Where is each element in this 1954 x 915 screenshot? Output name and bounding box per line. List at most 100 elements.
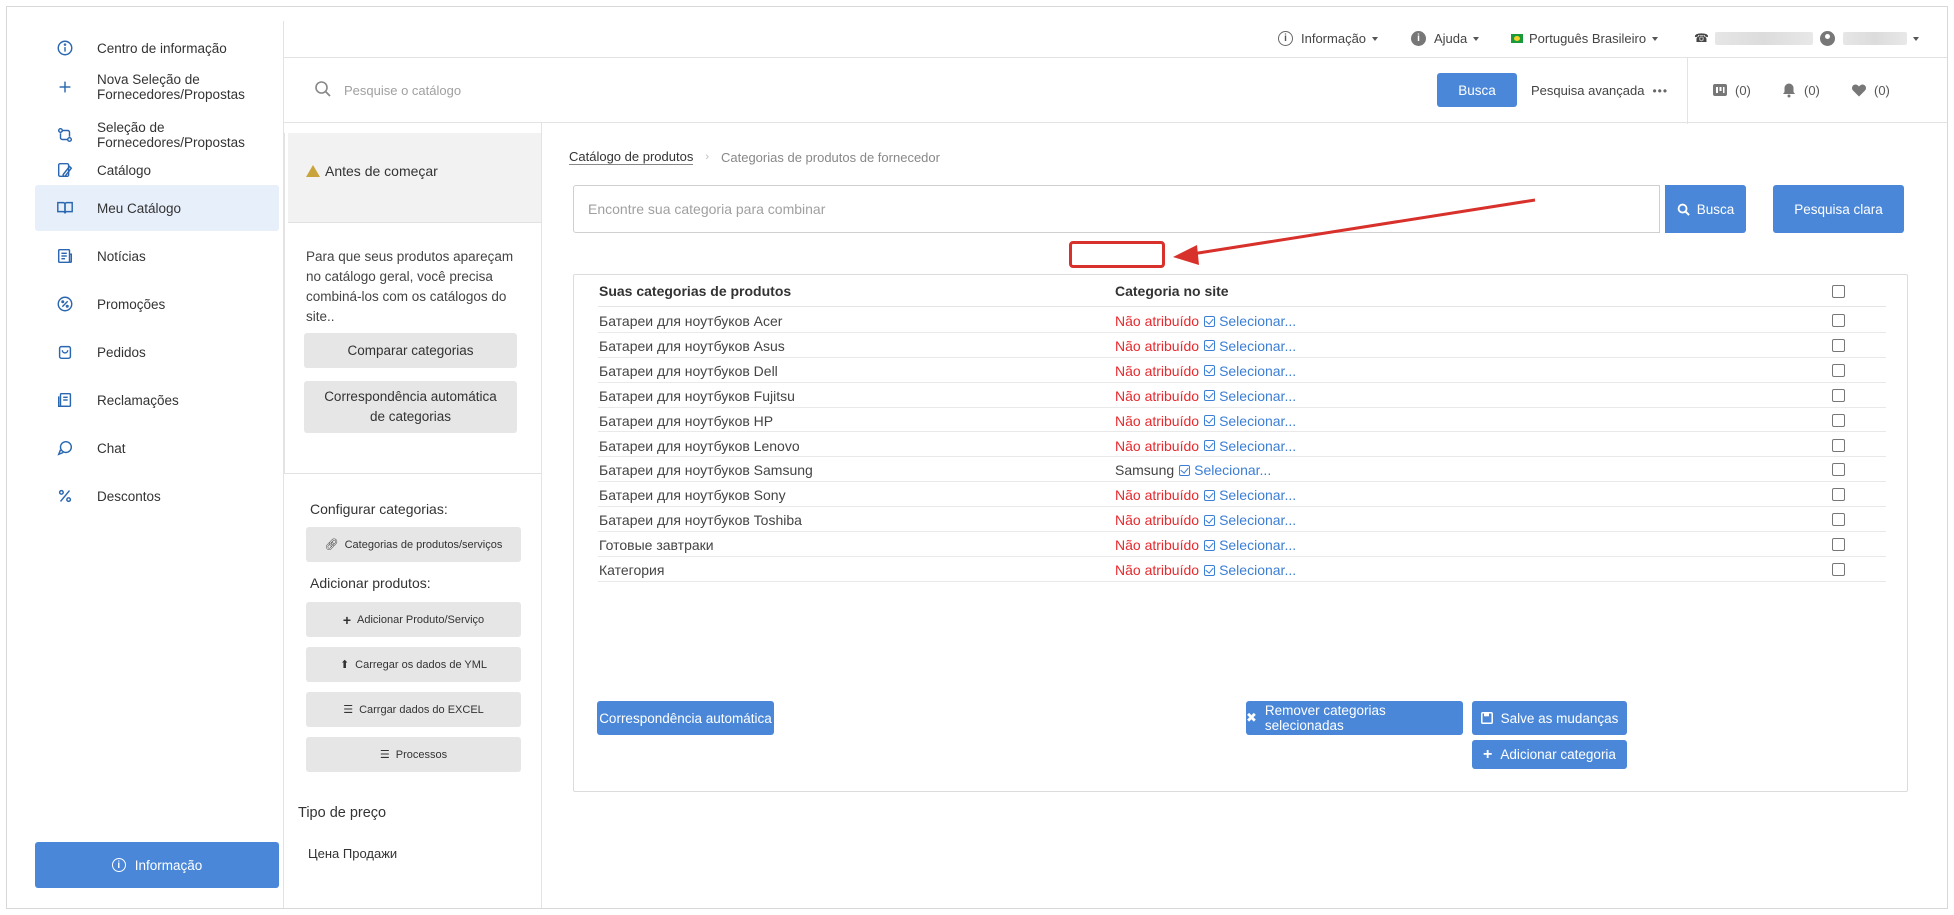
plus-icon: +: [1483, 745, 1493, 763]
row-checkbox[interactable]: [1832, 413, 1845, 427]
product-categories-button[interactable]: 🔗︎ Categorias de produtos/serviços: [306, 527, 521, 562]
help-menu[interactable]: i Ajuda: [1411, 31, 1480, 46]
sidebar-item-label: Centro de informação: [97, 40, 227, 56]
app-window: Centro de informação Nova Seleção de For…: [6, 6, 1948, 909]
row-checkbox[interactable]: [1832, 463, 1845, 477]
upload-yml-button[interactable]: ⬆︎ Carregar os dados de YML: [306, 647, 521, 682]
favorites-counter[interactable]: (0): [1851, 82, 1890, 98]
compare-counter[interactable]: (0): [1712, 82, 1751, 98]
row-checkbox[interactable]: [1832, 338, 1845, 352]
book-icon: [55, 198, 75, 218]
info-button[interactable]: i Informação: [35, 842, 279, 888]
remove-selected-button[interactable]: ✖︎ Remover categorias selecionadas: [1246, 701, 1463, 735]
caret-down-icon: [1372, 36, 1379, 41]
row-checkbox[interactable]: [1832, 538, 1845, 552]
table-row: Батареи для ноутбуков Toshiba Não atribuí…: [598, 507, 1886, 533]
row-checkbox[interactable]: [1832, 388, 1845, 402]
chat-icon: [55, 438, 75, 458]
select-label: Selecionar...: [1194, 462, 1272, 479]
sidebar-item-news[interactable]: Notícias: [35, 233, 279, 279]
select-label: Selecionar...: [1219, 562, 1297, 578]
processes-button[interactable]: ☰ Processos: [306, 737, 521, 772]
checkbox-edit-icon: [1204, 564, 1216, 576]
category-name: Батареи для ноутбуков Samsung: [599, 462, 813, 479]
sidebar-item-label: Catálogo: [97, 162, 152, 178]
select-category-link[interactable]: Selecionar...: [1204, 487, 1296, 503]
select-category-link[interactable]: Selecionar...: [1204, 413, 1296, 429]
sidebar-item-promotions[interactable]: Promoções: [35, 281, 279, 327]
compare-categories-button[interactable]: Comparar categorias: [304, 333, 517, 368]
row-checkbox[interactable]: [1832, 513, 1845, 527]
select-category-link[interactable]: Selecionar...: [1204, 388, 1296, 404]
advanced-search-link[interactable]: Pesquisa avançada •••: [1531, 83, 1668, 98]
select-category-link[interactable]: Selecionar...: [1204, 363, 1296, 379]
sidebar-item-my-catalog[interactable]: Meu Catálogo: [35, 185, 279, 231]
caret-down-icon: [1652, 36, 1659, 41]
table-header: Suas categorias de produtos Categoria no…: [598, 283, 1886, 307]
warning-box: Antes de começar: [288, 133, 541, 223]
select-all-checkbox[interactable]: [1832, 285, 1845, 298]
select-category-link[interactable]: Selecionar...: [1179, 462, 1271, 478]
table-row: Батареи для ноутбуков Dell Não atribuído S…: [598, 358, 1886, 383]
search-icon: [315, 81, 331, 97]
category-status: Não atribuído: [1115, 537, 1200, 554]
select-category-link[interactable]: Selecionar...: [1204, 338, 1296, 354]
save-changes-button[interactable]: Salve as mudanças: [1472, 701, 1627, 735]
sidebar-item-complaints[interactable]: Reclamações: [35, 377, 279, 423]
auto-match-button[interactable]: Correspondência automática: [597, 701, 774, 735]
percent-badge-icon: [55, 294, 75, 314]
row-checkbox[interactable]: [1832, 438, 1845, 452]
category-search-button[interactable]: Busca: [1665, 185, 1746, 233]
notifications-counter[interactable]: (0): [1781, 82, 1820, 98]
upload-excel-button[interactable]: ☰ Carrgar dados do EXCEL: [306, 692, 521, 727]
add-product-button[interactable]: + Adicionar Produto/Serviço: [306, 602, 521, 637]
catalog-search-button[interactable]: Busca: [1437, 73, 1517, 107]
bag-icon: [55, 342, 75, 362]
site-category-cell: Samsung Selecionar...: [1115, 462, 1271, 478]
price-type-value[interactable]: Цена Продажи: [308, 846, 397, 861]
breadcrumb-root[interactable]: Catálogo de produtos: [569, 149, 694, 165]
info-menu[interactable]: i Informação: [1278, 31, 1379, 46]
heart-icon: [1851, 84, 1867, 97]
clear-search-button[interactable]: Pesquisa clara: [1773, 185, 1904, 233]
row-checkbox[interactable]: [1832, 563, 1845, 576]
warning-title-text: Antes de começar: [325, 163, 438, 179]
category-name: Батареи для ноутбуков Asus: [599, 337, 785, 354]
select-category-link[interactable]: Selecionar...: [1204, 313, 1296, 329]
select-label: Selecionar...: [1219, 387, 1297, 404]
sidebar-item-label: Meu Catálogo: [97, 200, 182, 216]
select-category-link[interactable]: Selecionar...: [1204, 537, 1296, 553]
auto-match-categories-button[interactable]: Correspondência automática de categorias: [304, 381, 517, 433]
redacted-username: [1843, 32, 1907, 45]
sidebar-item-new-selection[interactable]: Nova Seleção de Fornecedores/Propostas: [35, 64, 279, 110]
catalog-icon: [55, 160, 75, 180]
select-label: Selecionar...: [1219, 337, 1297, 354]
catalog-search-bar: Busca Pesquisa avançada ••• (0) (0) (0): [284, 57, 1947, 124]
site-category-cell: Não atribuído Selecionar...: [1115, 438, 1296, 454]
row-checkbox[interactable]: [1832, 314, 1845, 327]
checkbox-edit-icon: [1204, 365, 1216, 377]
add-category-button[interactable]: + Adicionar categoria: [1472, 740, 1627, 769]
table-row: Батареи для ноутбуков Fujitsu Não atribuí…: [598, 383, 1886, 408]
save-changes-label: Salve as mudanças: [1500, 710, 1619, 726]
sidebar-item-orders[interactable]: Pedidos: [35, 329, 279, 375]
row-checkbox[interactable]: [1832, 363, 1845, 377]
checkbox-edit-icon: [1204, 440, 1216, 451]
language-menu[interactable]: Português Brasileiro: [1511, 31, 1659, 46]
breadcrumb: Catálogo de produtos › Categorias de pro…: [569, 149, 940, 165]
sidebar-item-chat[interactable]: Chat: [35, 425, 279, 471]
category-status: Não atribuído: [1115, 387, 1200, 404]
select-category-link[interactable]: Selecionar...: [1204, 438, 1296, 454]
table-row: Готовые завтраки Não atribuído Selecionar.…: [598, 532, 1886, 557]
select-category-link[interactable]: Selecionar...: [1204, 512, 1296, 528]
catalog-search-input[interactable]: [344, 76, 1044, 104]
category-search-input[interactable]: [573, 185, 1660, 233]
help-menu-label: Ajuda: [1434, 31, 1468, 46]
user-menu[interactable]: [1820, 31, 1919, 46]
breadcrumb-current: Categorias de produtos de fornecedor: [720, 149, 940, 165]
sidebar-item-discounts[interactable]: Descontos: [35, 473, 279, 519]
select-category-link[interactable]: Selecionar...: [1204, 562, 1296, 578]
category-status: Samsung: [1115, 462, 1175, 479]
col-site-category: Categoria no site: [1115, 283, 1229, 299]
row-checkbox[interactable]: [1832, 488, 1845, 502]
